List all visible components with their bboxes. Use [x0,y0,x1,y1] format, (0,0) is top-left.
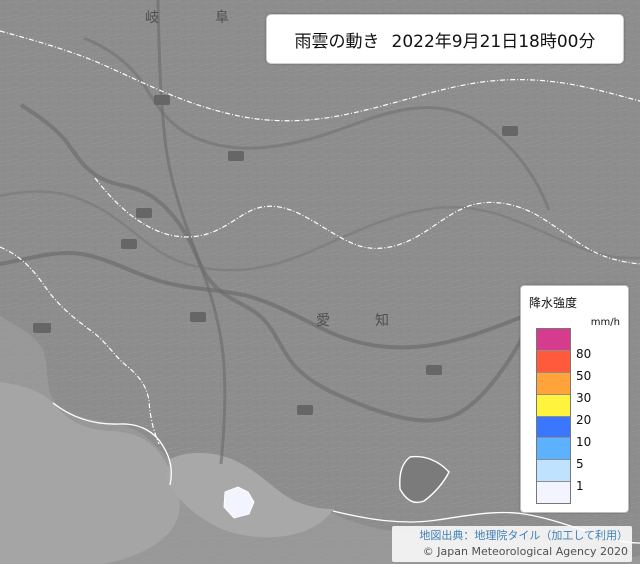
legend-label-80: 80 [576,347,592,361]
legend-swatch-5 [537,438,570,461]
legend-title: 降水強度 [529,296,578,310]
aichi-label-left: 愛 [316,313,331,329]
legend-label-5: 5 [576,457,584,471]
legend-unit: mm/h [590,317,620,328]
observation-datetime: 2022年9月21日18時00分 [391,31,596,52]
map-attribution: 地図出典：地理院タイル（加工して利用） © Japan Meteorologic… [392,526,632,562]
title-box: 雨雲の動き 2022年9月21日18時00分 [266,14,624,64]
legend-label-1: 1 [576,479,584,493]
legend-swatch-30 [537,372,570,395]
legend-swatch-10 [537,416,570,439]
legend-swatch-light [537,482,570,503]
gifu-label-left: 岐 [145,10,160,26]
legend-label-10: 10 [576,435,592,449]
legend-label-30: 30 [576,391,592,405]
rain-cloud-map: 岐 阜 愛 知 雨雲の動き 2022年9月21日18時00分 降水強度 mm/h [0,0,640,564]
legend-color-scale [536,328,571,504]
event-title: 雨雲の動き [294,31,380,52]
map-source: 地図出典：地理院タイル（加工して利用） [419,529,628,542]
legend-swatch-80 [537,329,570,351]
aichi-label-right: 知 [375,312,390,329]
legend-swatch-1 [537,460,570,483]
legend-swatch-20 [537,394,570,417]
legend-label-20: 20 [576,413,592,427]
legend-label-50: 50 [576,369,592,383]
precipitation-legend: 降水強度 mm/h 80 50 30 20 10 5 1 [520,285,629,513]
legend-swatch-50 [537,350,570,373]
gifu-label-right: 阜 [215,9,230,26]
copyright-text: © Japan Meteorological Agency 2020 [422,545,628,558]
